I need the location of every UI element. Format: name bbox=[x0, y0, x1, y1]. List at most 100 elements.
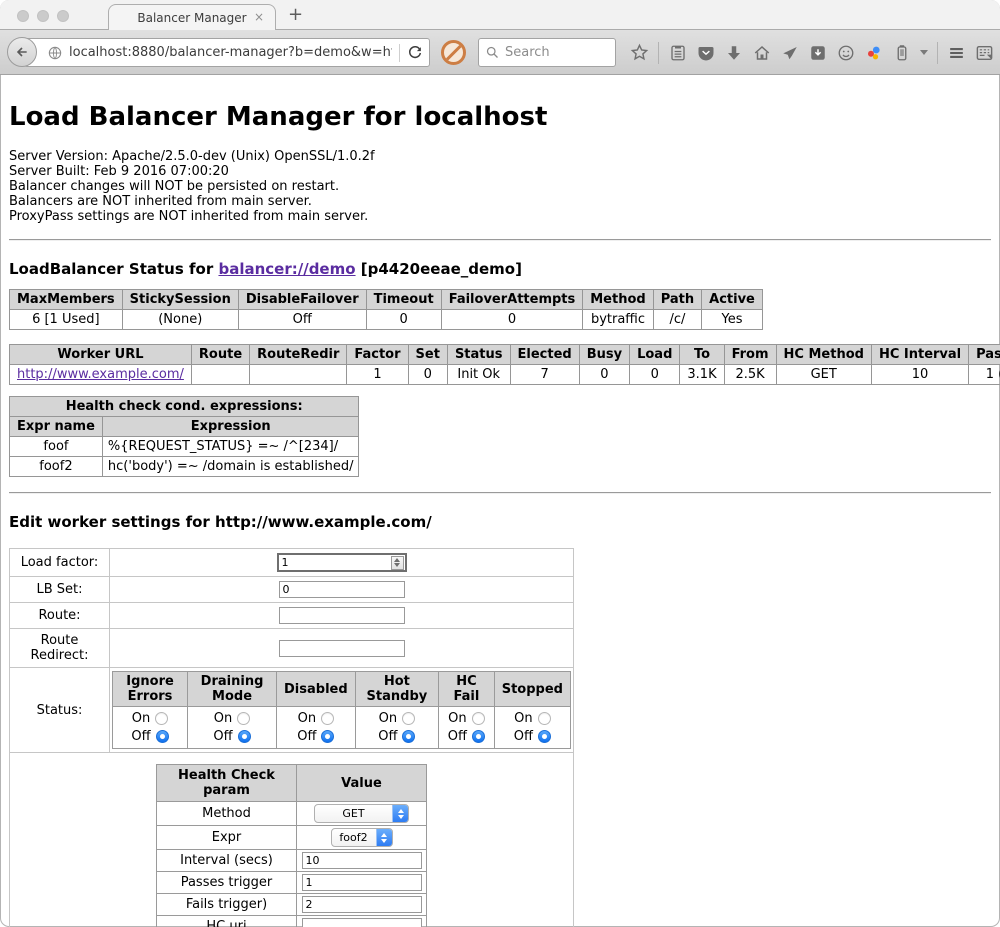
balancer-demo-link[interactable]: balancer://demo bbox=[218, 260, 355, 278]
pages-grid-icon[interactable] bbox=[975, 43, 994, 62]
cell-expression: hc('body') =~ /domain is established/ bbox=[102, 457, 359, 477]
table-header-row: Worker URL Route RouteRedir Factor Set S… bbox=[10, 345, 1000, 365]
back-button[interactable] bbox=[7, 37, 37, 67]
expr-label: Expr bbox=[157, 826, 297, 850]
hot-standby-off-radio[interactable] bbox=[402, 730, 415, 743]
col-hc-fail: HC Fail bbox=[439, 672, 495, 707]
disabled-on-radio[interactable] bbox=[321, 712, 334, 725]
number-stepper-icon[interactable] bbox=[391, 556, 404, 570]
reload-icon[interactable] bbox=[407, 45, 423, 61]
expr-table-title: Health check cond. expressions: bbox=[10, 397, 359, 417]
cell-set: 0 bbox=[408, 365, 447, 385]
downloads-icon[interactable] bbox=[724, 43, 743, 62]
disabled-off-radio[interactable] bbox=[321, 730, 334, 743]
hc-row-passes: Passes trigger bbox=[157, 872, 427, 894]
route-label: Route: bbox=[10, 603, 110, 629]
draining-mode-off-radio[interactable] bbox=[238, 730, 251, 743]
expr-select[interactable]: foof2 bbox=[331, 828, 393, 847]
ignore-errors-off-radio[interactable] bbox=[156, 730, 169, 743]
pocket-icon[interactable] bbox=[696, 43, 715, 62]
hc-row-method: Method GET bbox=[157, 802, 427, 826]
route-redirect-label: Route Redirect: bbox=[10, 629, 110, 668]
globe-icon bbox=[47, 45, 63, 61]
minimize-window-button[interactable] bbox=[37, 10, 49, 22]
load-factor-cell: 1 bbox=[110, 549, 574, 577]
panel-download-icon[interactable] bbox=[808, 43, 827, 62]
fails-input[interactable] bbox=[302, 896, 422, 913]
new-tab-button[interactable]: + bbox=[288, 4, 303, 25]
stopped-off-radio[interactable] bbox=[538, 730, 551, 743]
url-bar[interactable]: localhost:8880/balancer-manager?b=demo&w… bbox=[24, 38, 430, 67]
hc-row-uri: HC uri bbox=[157, 916, 427, 927]
col-routeredir: RouteRedir bbox=[250, 345, 347, 365]
feedback-smiley-icon[interactable] bbox=[836, 43, 855, 62]
route-input[interactable] bbox=[279, 607, 405, 624]
page-content: Load Balancer Manager for localhost Serv… bbox=[0, 102, 1000, 927]
on-label: On bbox=[448, 711, 466, 726]
bookmark-star-icon[interactable] bbox=[630, 43, 649, 62]
cell-method: bytraffic bbox=[583, 310, 653, 330]
home-icon[interactable] bbox=[752, 43, 771, 62]
off-label: Off bbox=[378, 729, 397, 744]
hc-fail-on-radio[interactable] bbox=[472, 712, 485, 725]
server-version-line: Server Version: Apache/2.5.0-dev (Unix) … bbox=[9, 149, 991, 164]
method-select[interactable]: GET bbox=[314, 804, 409, 823]
browser-window: Balancer Manager × + localhost:8880/bala… bbox=[0, 0, 1000, 927]
close-tab-icon[interactable]: × bbox=[254, 10, 264, 24]
status-label: Status: bbox=[10, 668, 110, 753]
passes-input[interactable] bbox=[302, 874, 422, 891]
status-cell: Ignore Errors Draining Mode Disabled Hot… bbox=[110, 668, 574, 753]
col-from: From bbox=[724, 345, 776, 365]
close-window-button[interactable] bbox=[17, 10, 29, 22]
menu-hamburger-icon[interactable] bbox=[947, 43, 966, 62]
draining-mode-on-radio[interactable] bbox=[237, 712, 250, 725]
search-placeholder: Search bbox=[505, 45, 550, 60]
search-input[interactable]: Search bbox=[478, 38, 616, 67]
tab-balancer-manager[interactable]: Balancer Manager × bbox=[108, 4, 276, 30]
stopped-on-radio[interactable] bbox=[538, 712, 551, 725]
page-title: Load Balancer Manager for localhost bbox=[9, 102, 991, 132]
reading-list-icon[interactable] bbox=[668, 43, 687, 62]
send-tab-icon[interactable] bbox=[780, 43, 799, 62]
interval-input[interactable] bbox=[302, 852, 422, 869]
cell-status: Init Ok bbox=[447, 365, 510, 385]
col-hc-param: Health Check param bbox=[157, 765, 297, 802]
colored-dots-addon-icon[interactable] bbox=[864, 43, 883, 62]
hc-fail-off-radio[interactable] bbox=[472, 730, 485, 743]
status-options-table: Ignore Errors Draining Mode Disabled Hot… bbox=[112, 671, 571, 749]
route-redirect-input[interactable] bbox=[279, 640, 405, 657]
hc-header-row: Health Check param Value bbox=[157, 765, 427, 802]
col-load: Load bbox=[630, 345, 680, 365]
url-text[interactable]: localhost:8880/balancer-manager?b=demo&w… bbox=[69, 45, 392, 60]
col-hot-standby: Hot Standby bbox=[355, 672, 438, 707]
lb-set-input[interactable] bbox=[279, 581, 405, 598]
blocked-content-icon[interactable] bbox=[441, 40, 466, 65]
hc-uri-input[interactable] bbox=[302, 918, 422, 927]
col-status: Status bbox=[447, 345, 510, 365]
method-select-value: GET bbox=[315, 807, 392, 820]
divider bbox=[9, 239, 991, 241]
balancers-warning-line: Balancers are NOT inherited from main se… bbox=[9, 194, 991, 209]
zoom-window-button[interactable] bbox=[57, 10, 69, 22]
worker-url-link[interactable]: http://www.example.com/ bbox=[17, 367, 184, 382]
edit-worker-form: Load factor: 1 LB Set: Route: bbox=[9, 548, 574, 927]
col-passes: Passes bbox=[969, 345, 1000, 365]
off-label: Off bbox=[514, 729, 533, 744]
stopped-cell: On Off bbox=[494, 707, 570, 749]
col-expression: Expression bbox=[102, 417, 359, 437]
worker-status-table: Worker URL Route RouteRedir Factor Set S… bbox=[9, 344, 1000, 385]
hc-uri-cell bbox=[297, 916, 427, 927]
search-icon bbox=[485, 45, 500, 60]
battery-device-icon[interactable] bbox=[892, 43, 911, 62]
col-to: To bbox=[680, 345, 724, 365]
chevron-down-icon[interactable] bbox=[920, 50, 928, 55]
hot-standby-on-radio[interactable] bbox=[402, 712, 415, 725]
col-route: Route bbox=[191, 345, 249, 365]
ignore-errors-on-radio[interactable] bbox=[155, 712, 168, 725]
col-stickysession: StickySession bbox=[122, 290, 238, 310]
col-hc-interval: HC Interval bbox=[871, 345, 968, 365]
expr-row: foof %{REQUEST_STATUS} =~ /^[234]/ bbox=[10, 437, 359, 457]
cell-failoverattempts: 0 bbox=[441, 310, 583, 330]
load-factor-input[interactable]: 1 bbox=[277, 553, 407, 572]
status-radio-row: On Off On Off bbox=[113, 707, 571, 749]
